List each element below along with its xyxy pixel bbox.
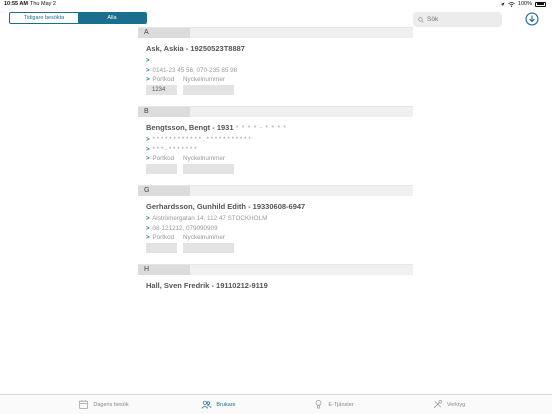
tab-label: Brukare xyxy=(216,401,236,408)
list-item[interactable]: Gerhardsson, Gunhild Edith - 19330608-69… xyxy=(138,196,413,264)
phone-line[interactable]: > * * * - * * * * * * * xyxy=(146,146,413,153)
phone-line[interactable]: > 08-121212, 079090909 xyxy=(146,225,413,232)
client-name: Ask, Askia - 19250523T8887 xyxy=(146,44,245,53)
status-bar: 10:55 AM Thu May 2 100% xyxy=(0,0,552,9)
field-labels: > Portkod Nyckelnummer xyxy=(146,155,413,162)
status-right: 100% xyxy=(500,1,546,7)
address-line[interactable]: > Alströmergatan 14, 112 47 STOCKHOLM xyxy=(146,215,413,222)
search-input[interactable] xyxy=(427,16,497,23)
portkod-value: 1234 xyxy=(146,85,177,95)
portkod-value xyxy=(146,243,177,253)
nyckelnummer-label: Nyckelnummer xyxy=(183,155,225,162)
status-time: 10:55 AM xyxy=(4,1,28,7)
segment-alla[interactable]: Alla xyxy=(78,13,146,23)
list-item[interactable]: Bengtsson, Bengt - 1931 * * * * - * * * … xyxy=(138,117,413,185)
tab-brukare[interactable]: Brukare xyxy=(161,395,276,414)
chevron-right-icon: > xyxy=(146,145,150,153)
calendar-icon xyxy=(79,400,89,409)
nyckelnummer-value xyxy=(183,85,234,95)
masked-id: * * * * - * * * * xyxy=(235,123,287,132)
client-name: Hall, Sven Fredrik - 19110212-9119 xyxy=(146,281,268,290)
status-date: Thu May 2 xyxy=(30,1,56,7)
section-header-b: B xyxy=(138,106,413,117)
tab-label: Dagens besök xyxy=(93,401,129,408)
wifi-icon xyxy=(508,1,515,7)
field-labels: > Portkod Nyckelnummer xyxy=(146,76,413,83)
phone-line[interactable]: > 0141-23 45 56, 070-235 85 98 xyxy=(146,67,413,74)
section-letter: A xyxy=(138,28,190,38)
tools-icon xyxy=(433,400,442,409)
field-labels: > Portkod Nyckelnummer xyxy=(146,234,413,241)
portkod-label: > Portkod xyxy=(146,234,175,241)
filter-segmented-control: Tidigare besökta Alla xyxy=(9,12,147,24)
section-letter: B xyxy=(138,107,190,117)
client-name: Gerhardsson, Gunhild Edith - 19330608-69… xyxy=(146,202,306,211)
tab-label: Verktyg xyxy=(446,401,466,408)
segment-tidigare-besokta[interactable]: Tidigare besökta xyxy=(10,13,78,23)
section-header-a: A xyxy=(138,27,413,38)
battery-icon xyxy=(535,1,546,7)
chevron-right-icon: > xyxy=(146,224,150,232)
nyckelnummer-label: Nyckelnummer xyxy=(183,234,225,241)
battery-percent: 100% xyxy=(517,1,532,7)
chevron-right-icon: > xyxy=(146,234,150,241)
search-icon xyxy=(418,16,424,23)
portkod-label: > Portkod xyxy=(146,76,175,83)
nyckelnummer-value xyxy=(183,164,234,174)
chevron-right-icon: > xyxy=(146,155,150,162)
address-line[interactable]: > xyxy=(146,57,413,64)
client-name: Bengtsson, Bengt - 1931 * * * * - * * * … xyxy=(146,123,287,132)
tab-label: E-Tjänster xyxy=(328,401,354,408)
tab-dagens-besok[interactable]: Dagens besök xyxy=(46,395,161,414)
section-header-g: G xyxy=(138,185,413,196)
section-letter: G xyxy=(138,186,190,196)
address-line[interactable]: > * * * * * * * * * * * * , * * * * * * … xyxy=(146,136,413,143)
section-header-h: H xyxy=(138,264,413,275)
users-icon xyxy=(201,400,212,409)
tab-verktyg[interactable]: Verktyg xyxy=(391,395,506,414)
chevron-right-icon: > xyxy=(146,215,150,222)
lightbulb-icon xyxy=(315,400,322,409)
tab-bar: Dagens besök Brukare E-Tjänster Verktyg xyxy=(0,394,552,414)
tab-e-tjanster[interactable]: E-Tjänster xyxy=(276,395,391,414)
chevron-right-icon: > xyxy=(146,136,150,143)
portkod-label: > Portkod xyxy=(146,155,175,162)
portkod-value xyxy=(146,164,177,174)
client-list: A Ask, Askia - 19250523T8887 > > 0141-23… xyxy=(138,27,413,300)
list-item[interactable]: Hall, Sven Fredrik - 19110212-9119 xyxy=(138,275,413,300)
search-bar[interactable] xyxy=(413,12,502,27)
chevron-right-icon: > xyxy=(146,66,150,74)
chevron-right-icon: > xyxy=(146,57,150,64)
list-item[interactable]: Ask, Askia - 19250523T8887 > > 0141-23 4… xyxy=(138,38,413,106)
section-letter: H xyxy=(138,265,190,275)
download-icon[interactable] xyxy=(525,12,539,26)
chevron-right-icon: > xyxy=(146,76,150,83)
nyckelnummer-label: Nyckelnummer xyxy=(183,76,225,83)
nyckelnummer-value xyxy=(183,243,234,253)
location-icon xyxy=(500,2,505,6)
